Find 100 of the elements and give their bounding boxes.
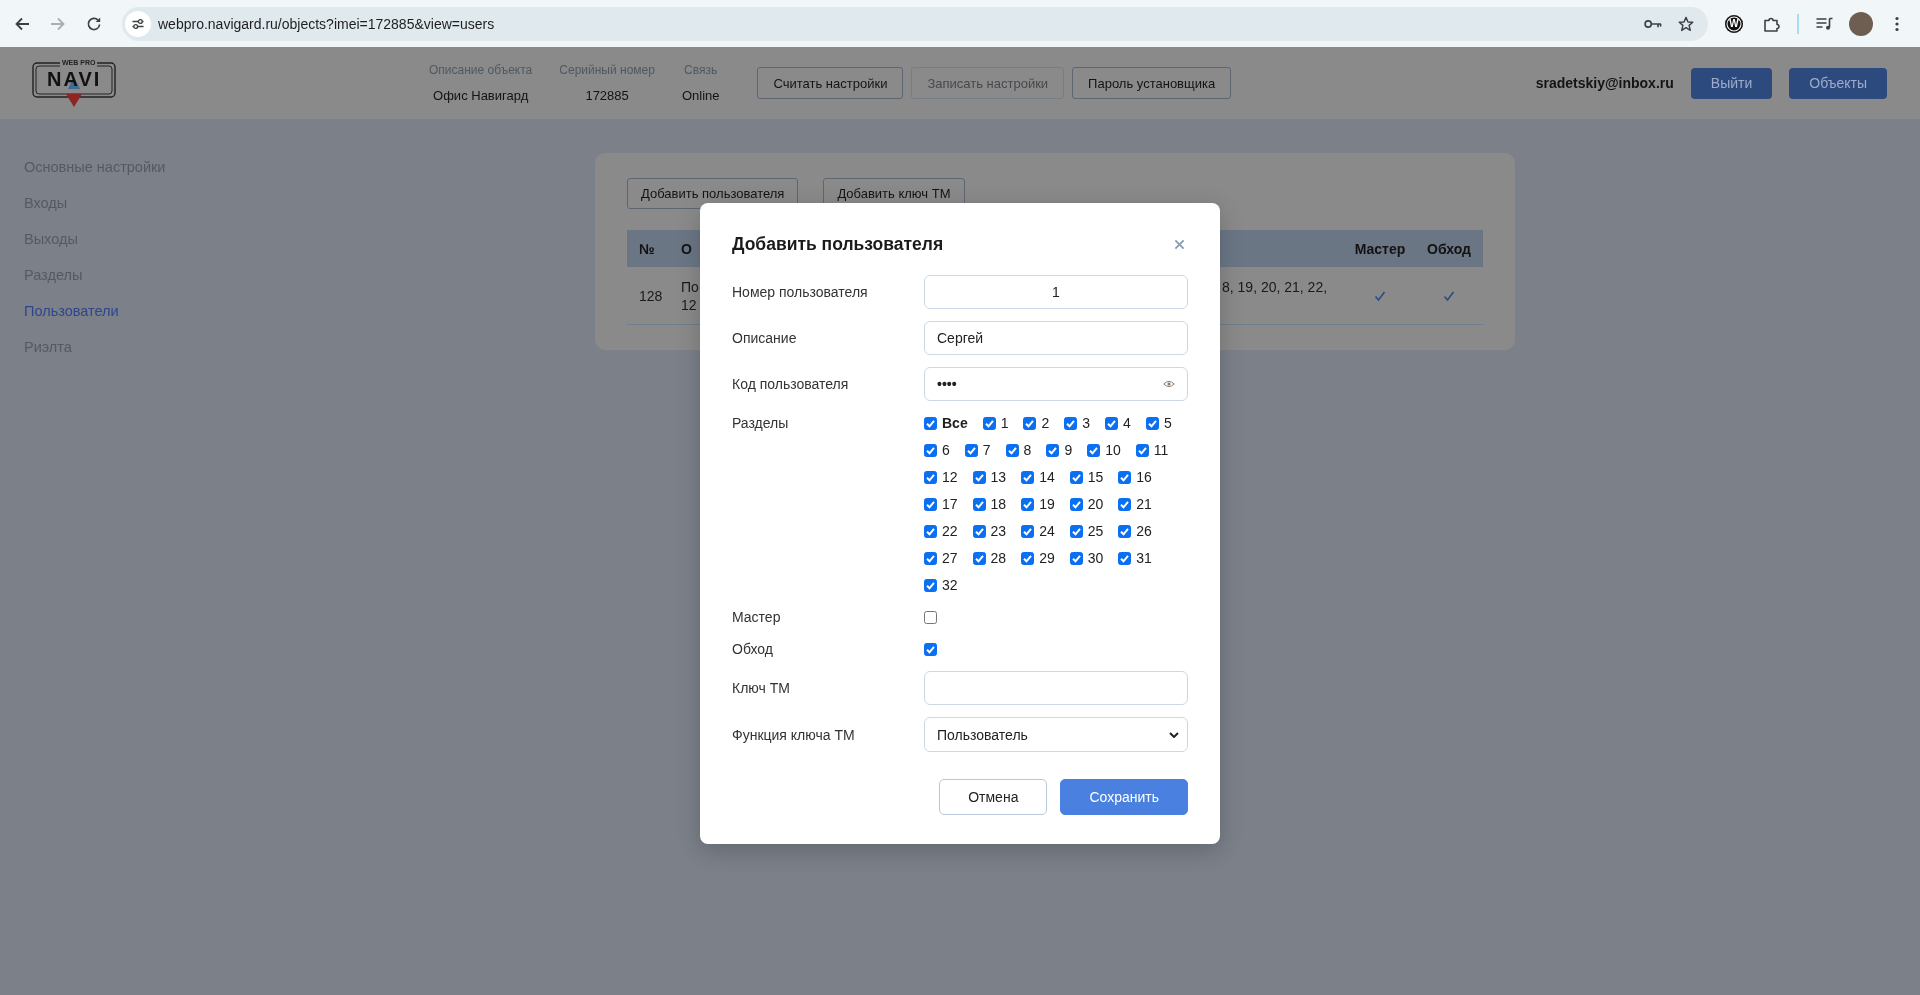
checkbox[interactable] <box>1069 524 1083 538</box>
checkbox-label: 15 <box>1087 469 1104 485</box>
field-label: Функция ключа ТМ <box>732 726 855 743</box>
checkbox[interactable] <box>1021 524 1035 538</box>
checkbox[interactable] <box>1118 470 1132 484</box>
input-field[interactable] <box>924 671 1188 705</box>
column-header: О <box>681 240 692 257</box>
checkbox-label: 29 <box>1039 550 1055 566</box>
cancel-button[interactable]: Отмена <box>939 779 1048 815</box>
close-icon[interactable] <box>1174 238 1185 250</box>
field-label: Номер пользователя <box>732 284 868 300</box>
checkbox[interactable] <box>924 497 937 511</box>
checkbox-label: 9 <box>1064 442 1073 458</box>
checkbox[interactable] <box>1021 551 1035 565</box>
url-text: webpro.navigard.ru/objects?imei=172885&view=users <box>158 15 495 32</box>
header-action-button[interactable]: Пароль установщика <box>1072 67 1232 99</box>
user-email: sradetskiy@inbox.ru <box>1535 75 1674 91</box>
checkbox[interactable] <box>1118 497 1132 511</box>
checkbox[interactable] <box>964 443 978 457</box>
checkbox-label: 23 <box>990 523 1007 539</box>
checkbox[interactable] <box>972 497 986 511</box>
checkbox[interactable] <box>1064 416 1078 430</box>
field-label: Ключ ТМ <box>732 680 790 696</box>
star-icon[interactable] <box>1678 15 1694 32</box>
checkbox[interactable] <box>972 524 986 538</box>
checkbox[interactable] <box>1069 551 1083 565</box>
column-header: № <box>639 240 655 257</box>
checkbox-label: 2 <box>1041 415 1050 431</box>
address-bar[interactable]: webpro.navigard.ru/objects?imei=172885&view=users <box>122 6 1708 41</box>
checkbox-label: 30 <box>1087 550 1104 566</box>
row-number: 128 <box>639 286 663 305</box>
checkbox[interactable] <box>924 551 937 565</box>
checkbox-label: 11 <box>1153 442 1169 458</box>
checkbox[interactable] <box>1118 524 1132 538</box>
field-label: Обход <box>732 641 773 657</box>
checkbox[interactable] <box>1105 416 1119 430</box>
checkbox-label: 8 <box>1023 442 1032 458</box>
avatar-icon[interactable] <box>1849 11 1873 36</box>
checkbox-label: 31 <box>1136 550 1152 566</box>
field-label: Разделы <box>732 414 789 433</box>
checkbox-label: 7 <box>982 442 991 458</box>
checkbox[interactable] <box>924 524 937 538</box>
checkbox-label: Все <box>942 415 968 431</box>
checkbox-label: 19 <box>1039 496 1055 512</box>
checkbox[interactable] <box>1005 443 1019 457</box>
checkbox[interactable] <box>1069 497 1083 511</box>
checkbox-label: 16 <box>1136 469 1152 485</box>
checkbox[interactable] <box>972 551 986 565</box>
checkbox[interactable] <box>1145 416 1159 430</box>
checkbox-label: 22 <box>942 523 958 539</box>
logout-button[interactable]: Выйти <box>1690 67 1773 99</box>
info-value: 172885 <box>585 87 629 104</box>
info-value: Офис Навигард <box>433 87 529 104</box>
checkbox[interactable] <box>924 578 937 592</box>
playlist-icon[interactable] <box>1815 15 1833 32</box>
eye-icon[interactable] <box>1163 380 1175 388</box>
checkbox[interactable] <box>924 416 937 430</box>
save-button[interactable]: Сохранить <box>1060 779 1188 815</box>
user-description: По 12 <box>681 277 699 314</box>
checkbox[interactable] <box>924 443 937 457</box>
extension-button[interactable]: W <box>1725 14 1743 33</box>
column-header: Мастер <box>1354 240 1406 257</box>
chevron-down-icon[interactable] <box>1169 731 1179 738</box>
back-icon[interactable] <box>14 15 30 32</box>
more-menu-icon[interactable] <box>1895 15 1899 32</box>
site-settings-icon[interactable] <box>125 10 151 37</box>
password-field[interactable]: •••• <box>924 367 1188 401</box>
key-icon[interactable] <box>1644 18 1662 29</box>
checkbox[interactable] <box>1046 443 1060 457</box>
logo-wordmark: NAVI <box>47 68 102 90</box>
info-label: Связь <box>684 62 718 77</box>
checkbox[interactable] <box>1087 443 1101 457</box>
field-label: Мастер <box>732 609 781 625</box>
checkbox-label: 25 <box>1087 523 1104 539</box>
checkbox[interactable] <box>1069 470 1083 484</box>
objects-button[interactable]: Объекты <box>1789 67 1887 99</box>
info-label: Описание объекта <box>429 62 533 77</box>
checkbox-label: 1 <box>1000 415 1009 431</box>
checkbox[interactable] <box>1135 443 1149 457</box>
header-action-button[interactable]: Считать настройки <box>757 67 904 99</box>
input-field[interactable]: Сергей <box>924 321 1188 355</box>
select-field[interactable]: Пользователь <box>924 717 1188 752</box>
checkbox[interactable] <box>982 416 996 430</box>
checkbox[interactable] <box>1118 551 1132 565</box>
input-field[interactable]: 1 <box>924 275 1188 309</box>
checkbox-label: 3 <box>1082 415 1091 431</box>
checkbox-label: 4 <box>1123 415 1131 431</box>
checkbox[interactable] <box>1021 497 1035 511</box>
checkbox[interactable] <box>972 470 986 484</box>
checkbox-label: 32 <box>942 577 958 593</box>
checkbox[interactable] <box>1023 416 1037 430</box>
info-label: Серийный номер <box>559 62 655 77</box>
checkbox-label: 24 <box>1039 523 1055 539</box>
checkbox-label: 17 <box>942 496 958 512</box>
reload-icon[interactable] <box>86 15 102 32</box>
checkbox[interactable] <box>924 470 937 484</box>
checkbox[interactable] <box>924 610 937 624</box>
checkbox[interactable] <box>924 642 937 656</box>
checkbox[interactable] <box>1021 470 1035 484</box>
checkbox-label: 5 <box>1163 415 1172 431</box>
